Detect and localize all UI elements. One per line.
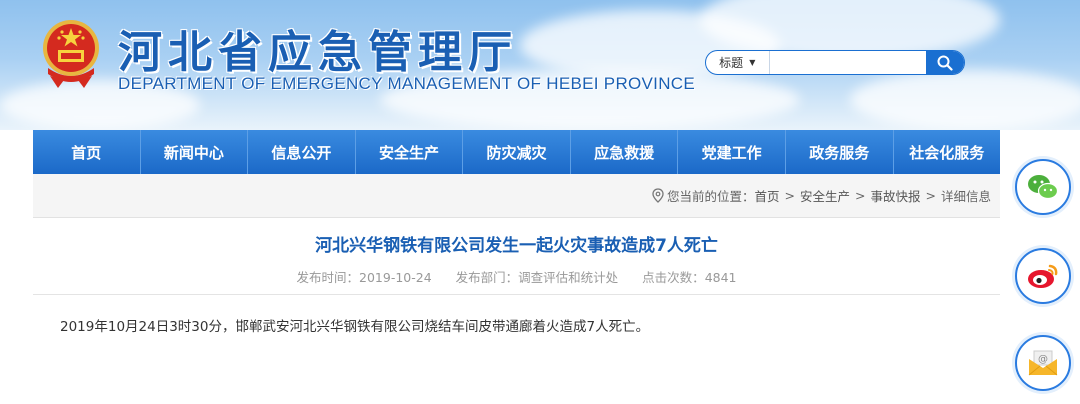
svg-text:@: @	[1038, 354, 1048, 365]
site-header: 河北省应急管理厅 DEPARTMENT OF EMERGENCY MANAGEM…	[0, 0, 1080, 130]
weibo-icon	[1028, 264, 1058, 288]
search-type-value: 标题	[719, 56, 744, 70]
weibo-share-button[interactable]	[1015, 248, 1071, 304]
search-icon	[937, 55, 953, 71]
email-icon: @	[1028, 350, 1058, 376]
breadcrumb-separator: >	[925, 188, 936, 203]
nav-item-info-disclosure[interactable]: 信息公开	[248, 130, 356, 174]
article-meta: 发布时间：2019-10-24 发布部门：调查评估和统计处 点击次数：4841	[33, 267, 1000, 286]
click-count-meta: 点击次数：4841	[642, 270, 736, 285]
location-pin-icon	[652, 188, 664, 203]
click-count-label: 点击次数：	[642, 270, 705, 285]
publish-dept-meta: 发布部门：调查评估和统计处	[456, 270, 619, 285]
site-title-en: DEPARTMENT OF EMERGENCY MANAGEMENT OF HE…	[118, 74, 695, 93]
main-nav: 首页 新闻中心 信息公开 安全生产 防灾减灾 应急救援 党建工作 政务服务 社会…	[33, 130, 1000, 174]
site-title-cn: 河北省应急管理厅	[118, 27, 518, 78]
nav-item-home[interactable]: 首页	[33, 130, 141, 174]
publish-date-value: 2019-10-24	[359, 270, 432, 285]
nav-item-safety-production[interactable]: 安全生产	[356, 130, 464, 174]
email-share-button[interactable]: @	[1015, 335, 1071, 391]
breadcrumb-link-accident-news[interactable]: 事故快报	[870, 186, 920, 205]
publish-dept-label: 发布部门：	[455, 270, 519, 285]
breadcrumb-separator: >	[784, 188, 795, 203]
nav-item-gov-services[interactable]: 政务服务	[786, 130, 894, 174]
wechat-icon	[1028, 175, 1059, 200]
breadcrumb-prefix: 您当前的位置：	[666, 189, 755, 204]
search-type-select[interactable]: 标题 ▼	[706, 51, 770, 74]
breadcrumb-separator: >	[855, 188, 866, 203]
nav-item-news[interactable]: 新闻中心	[141, 130, 249, 174]
dropdown-arrow-icon: ▼	[749, 58, 756, 67]
article-body: 2019年10月24日3时30分，邯郸武安河北兴华钢铁有限公司烧结车间皮带通廊着…	[60, 319, 650, 335]
national-emblem-icon	[43, 20, 99, 88]
publish-date-meta: 发布时间：2019-10-24	[297, 270, 432, 285]
publish-dept-value: 调查评估和统计处	[518, 270, 619, 285]
publish-date-label: 发布时间：	[296, 270, 360, 285]
breadcrumb-current: 详细信息	[940, 189, 991, 204]
wechat-share-button[interactable]	[1015, 159, 1071, 215]
nav-item-emergency-rescue[interactable]: 应急救援	[571, 130, 679, 174]
breadcrumb-link-home[interactable]: 首页	[754, 186, 779, 205]
breadcrumb-link-safety[interactable]: 安全生产	[800, 186, 850, 205]
nav-item-disaster-prevention[interactable]: 防灾减灾	[463, 130, 571, 174]
nav-item-party-building[interactable]: 党建工作	[678, 130, 786, 174]
breadcrumb: 您当前的位置： 首页 > 安全生产 > 事故快报 > 详细信息	[33, 174, 1000, 218]
article-divider	[33, 294, 1000, 295]
click-count-value: 4841	[704, 270, 737, 285]
search-input[interactable]	[769, 51, 926, 74]
search-button[interactable]	[925, 51, 964, 74]
search-box: 标题 ▼	[705, 50, 965, 75]
nav-item-social-services[interactable]: 社会化服务	[894, 130, 1001, 174]
article-title: 河北兴华钢铁有限公司发生一起火灾事故造成7人死亡	[315, 236, 718, 256]
